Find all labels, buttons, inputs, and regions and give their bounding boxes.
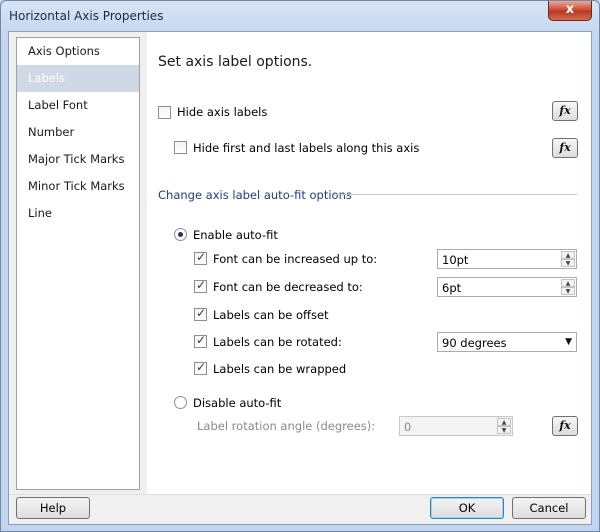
rotation-dropdown[interactable]: 90 degrees ▼ <box>437 332 577 352</box>
section-divider <box>334 194 577 195</box>
category-list: Axis Options Labels Label Font Number Ma… <box>16 37 140 490</box>
nav-item-label: Number <box>28 125 75 139</box>
disable-autofit-label: Disable auto-fit <box>193 396 282 410</box>
font-increase-checkbox[interactable] <box>194 250 207 265</box>
panel-heading: Set axis label options. <box>158 54 313 70</box>
labels-rotated-label: Labels can be rotated: <box>213 335 342 349</box>
spin-down-icon[interactable]: ▼ <box>497 426 511 434</box>
nav-item-axis-options[interactable]: Axis Options <box>17 38 139 65</box>
nav-item-line[interactable]: Line <box>17 200 139 227</box>
rotation-angle-value: 0 <box>404 420 412 434</box>
enable-autofit-radio[interactable] <box>174 228 187 241</box>
nav-item-number[interactable]: Number <box>17 119 139 146</box>
hide-first-last-label: Hide first and last labels along this ax… <box>193 141 420 155</box>
labels-panel: Set axis label options. Hide axis labels… <box>147 32 591 494</box>
fx-icon: fx <box>559 104 571 117</box>
disable-autofit-radio[interactable] <box>174 396 187 409</box>
hide-first-last-expression-button[interactable]: fx <box>552 138 578 158</box>
font-decrease-value: 6pt <box>442 281 462 295</box>
nav-item-label: Labels <box>28 71 66 85</box>
nav-item-major-tick-marks[interactable]: Major Tick Marks <box>17 146 139 173</box>
stepper-buttons: ▲ ▼ <box>497 418 511 434</box>
font-decrease-stepper[interactable]: 6pt ▲ ▼ <box>437 277 577 297</box>
close-button[interactable]: x <box>548 1 592 21</box>
stepper-buttons: ▲ ▼ <box>561 251 575 267</box>
fx-icon: fx <box>559 419 571 432</box>
rotation-angle-label: Label rotation angle (degrees): <box>197 419 376 433</box>
stepper-buttons: ▲ ▼ <box>561 279 575 295</box>
chevron-down-icon: ▼ <box>565 337 572 347</box>
spin-up-icon[interactable]: ▲ <box>497 418 511 426</box>
nav-item-label: Major Tick Marks <box>28 152 125 166</box>
ok-button[interactable]: OK <box>430 497 504 519</box>
nav-item-label: Label Font <box>28 98 88 112</box>
cancel-button[interactable]: Cancel <box>512 497 586 519</box>
hide-first-last-checkbox[interactable] <box>174 141 187 154</box>
help-button[interactable]: Help <box>16 497 90 519</box>
nav-item-label-font[interactable]: Label Font <box>17 92 139 119</box>
title-bar: Horizontal Axis Properties x <box>1 1 599 31</box>
nav-item-label: Axis Options <box>28 44 100 58</box>
hide-axis-labels-label: Hide axis labels <box>177 105 268 119</box>
nav-item-minor-tick-marks[interactable]: Minor Tick Marks <box>17 173 139 200</box>
font-increase-value: 10pt <box>442 253 469 267</box>
autofit-section-title: Change axis label auto-fit options <box>158 188 352 202</box>
rotation-angle-expression-button[interactable]: fx <box>552 416 578 436</box>
dialog-client: Axis Options Labels Label Font Number Ma… <box>8 31 592 525</box>
font-increase-label: Font can be increased up to: <box>213 252 378 266</box>
spin-up-icon[interactable]: ▲ <box>561 279 575 287</box>
close-icon: x <box>565 2 575 17</box>
font-decrease-label: Font can be decreased to: <box>213 280 363 294</box>
hide-axis-labels-checkbox[interactable] <box>158 106 171 119</box>
enable-autofit-label: Enable auto-fit <box>193 228 278 242</box>
nav-item-label: Minor Tick Marks <box>28 179 125 193</box>
font-decrease-checkbox[interactable] <box>194 278 207 293</box>
labels-wrapped-label: Labels can be wrapped <box>213 362 347 376</box>
rotation-angle-stepper[interactable]: 0 ▲ ▼ <box>399 416 513 436</box>
spin-down-icon[interactable]: ▼ <box>561 259 575 267</box>
font-increase-stepper[interactable]: 10pt ▲ ▼ <box>437 249 577 269</box>
nav-item-labels[interactable]: Labels <box>17 65 139 92</box>
hide-axis-labels-expression-button[interactable]: fx <box>552 101 578 121</box>
labels-offset-checkbox[interactable] <box>194 306 207 321</box>
rotation-dropdown-value: 90 degrees <box>442 336 507 350</box>
spin-down-icon[interactable]: ▼ <box>561 287 575 295</box>
labels-rotated-checkbox[interactable] <box>194 333 207 348</box>
nav-item-label: Line <box>28 206 52 220</box>
fx-icon: fx <box>559 141 571 154</box>
footer-divider <box>9 494 591 495</box>
spin-up-icon[interactable]: ▲ <box>561 251 575 259</box>
labels-offset-label: Labels can be offset <box>213 308 329 322</box>
dialog-window: Horizontal Axis Properties x Axis Option… <box>0 0 600 532</box>
window-title: Horizontal Axis Properties <box>9 9 164 23</box>
labels-wrapped-checkbox[interactable] <box>194 360 207 375</box>
